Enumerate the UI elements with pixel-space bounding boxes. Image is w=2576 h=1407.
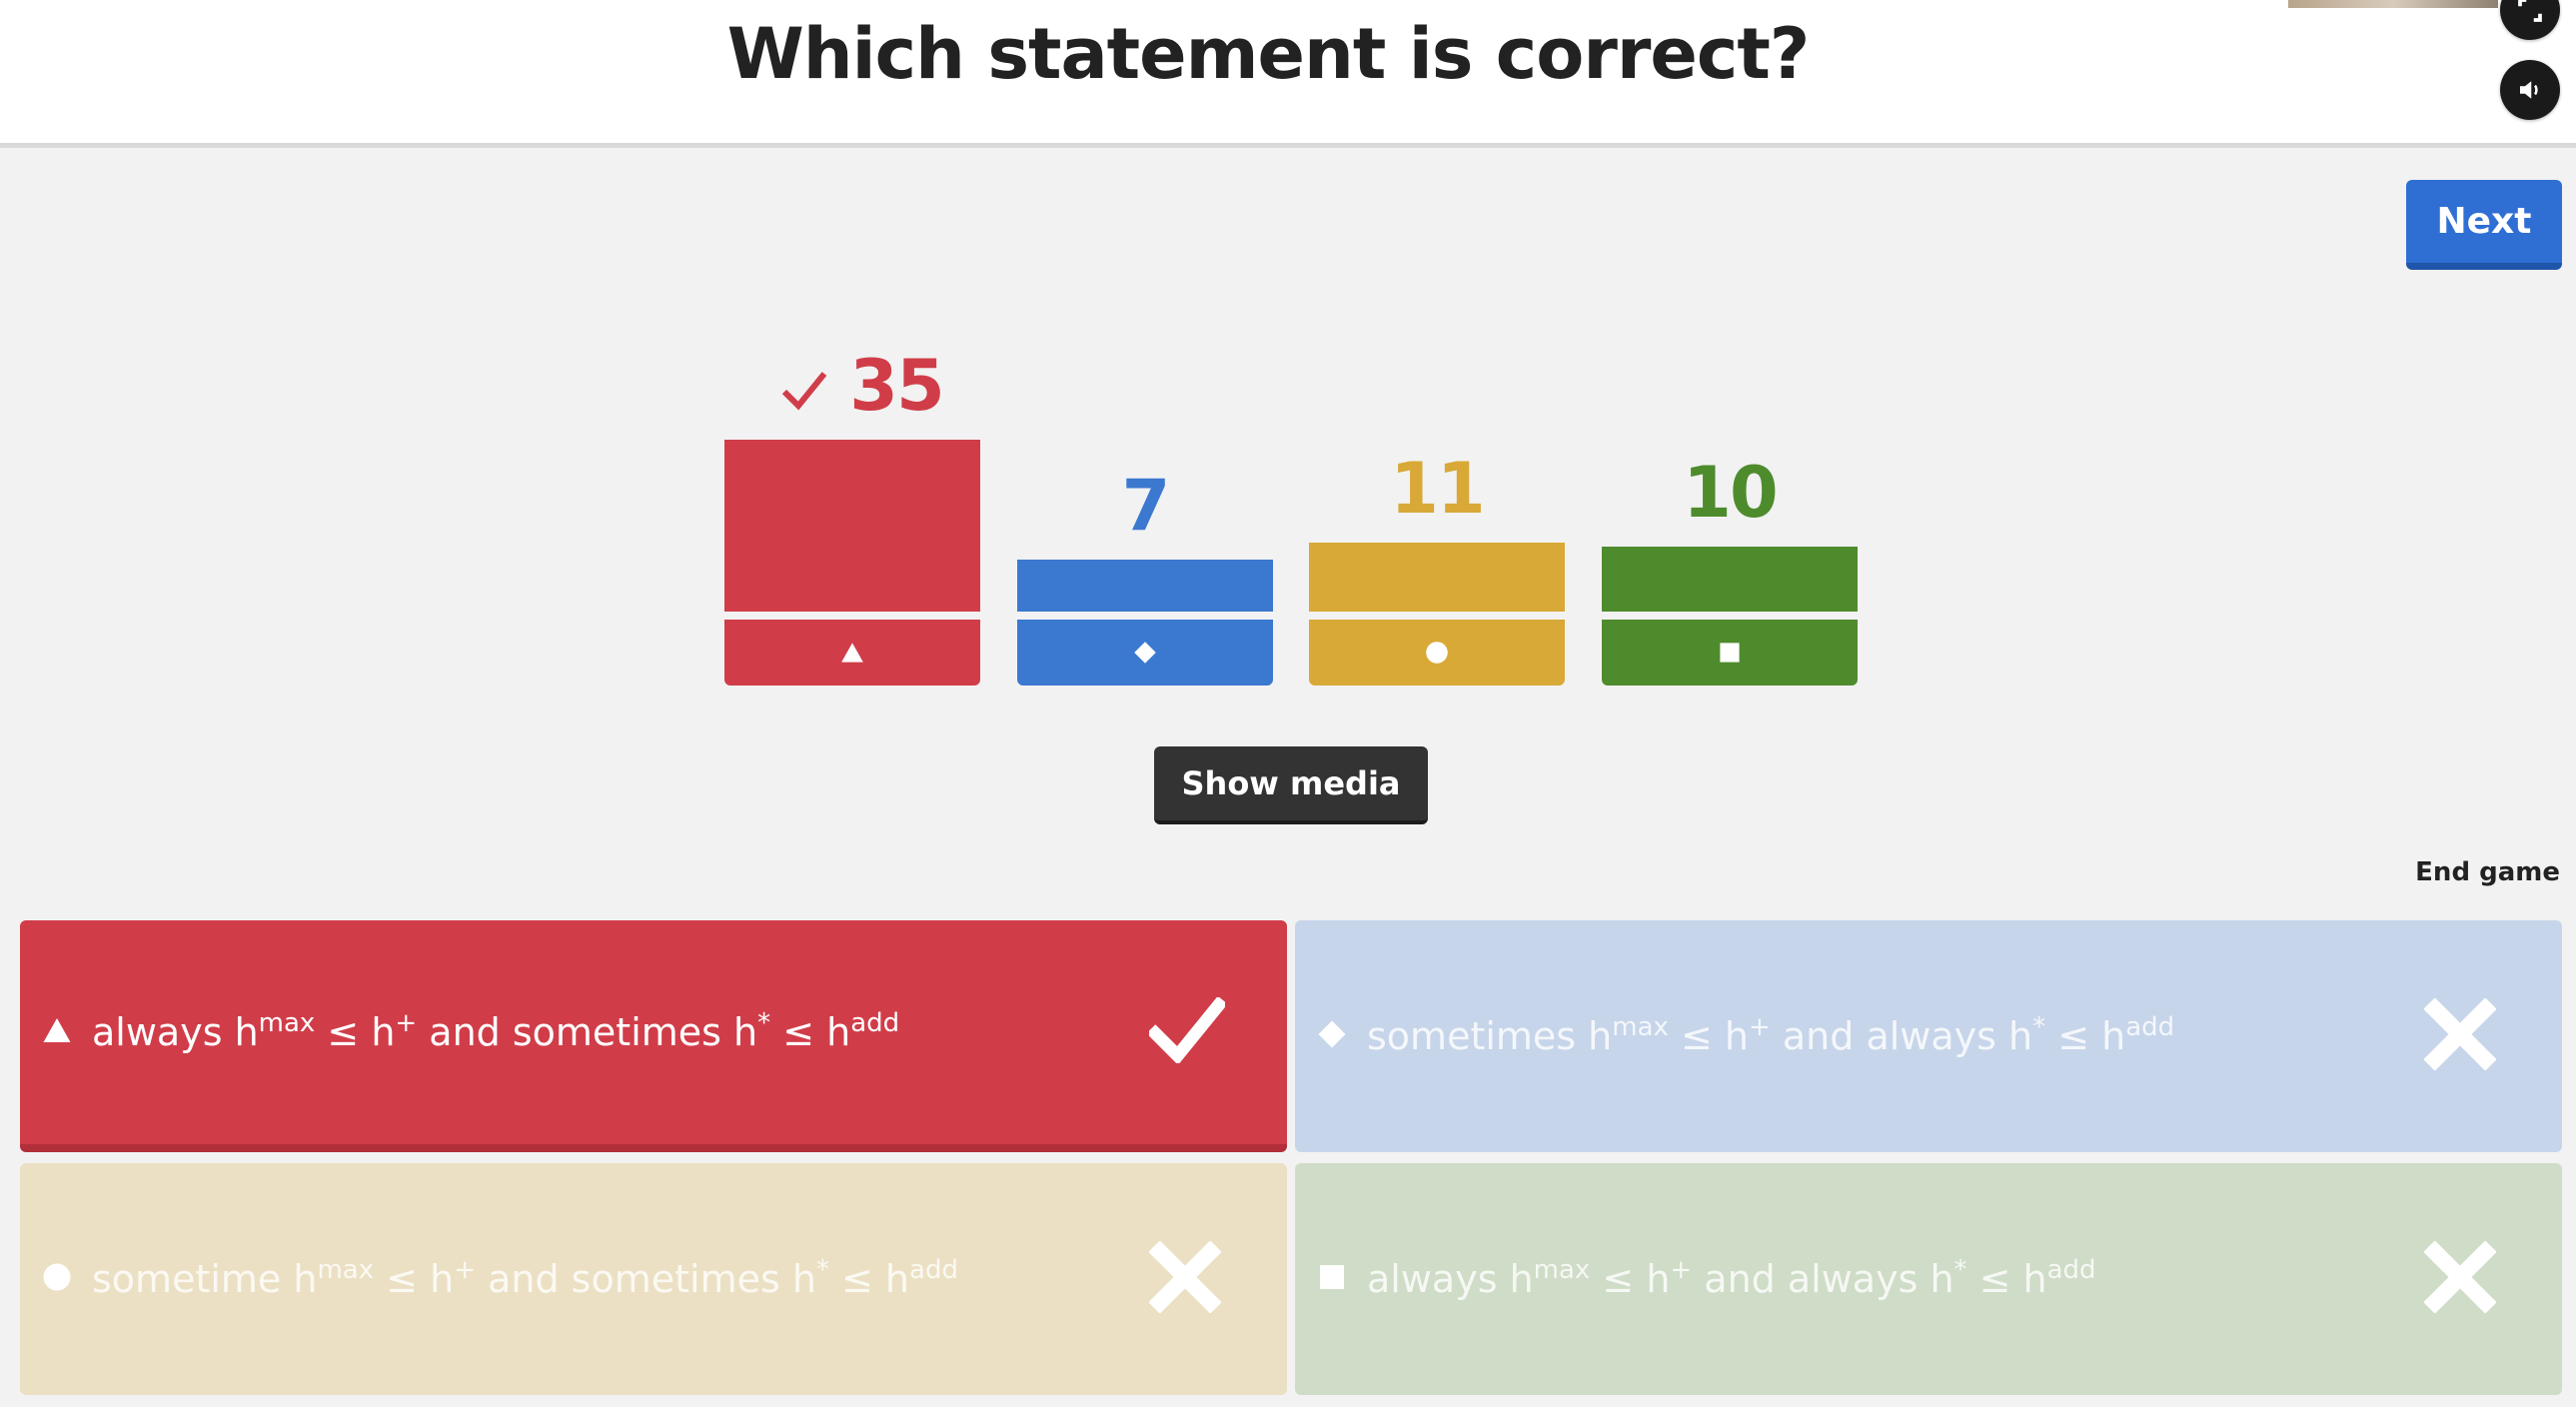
result-bar-base-square xyxy=(1602,620,1858,686)
circle-icon xyxy=(42,1262,72,1296)
wrong-cross-icon xyxy=(2423,1240,2497,1317)
answer-text: sometime hmax ≤ h+ and sometimes h* ≤ ha… xyxy=(92,1255,958,1301)
show-media-button[interactable]: Show media xyxy=(1154,746,1428,824)
triangle-icon xyxy=(42,1015,72,1049)
diamond-icon xyxy=(1134,642,1156,664)
circle-icon xyxy=(1426,642,1448,664)
answer-option-circle[interactable]: sometime hmax ≤ h+ and sometimes h* ≤ ha… xyxy=(20,1163,1287,1395)
answer-option-square[interactable]: always hmax ≤ h+ and always h* ≤ hadd xyxy=(1295,1163,2562,1395)
correct-check-icon xyxy=(1146,995,1228,1067)
diamond-icon xyxy=(1317,1019,1347,1053)
result-bar-base-circle xyxy=(1309,620,1565,686)
result-bar-base-triangle xyxy=(724,620,980,686)
result-count-label: 7 xyxy=(1121,465,1171,547)
answer-text: always hmax ≤ h+ and sometimes h* ≤ hadd xyxy=(92,1008,900,1054)
wrong-cross-icon xyxy=(2423,997,2497,1074)
triangle-icon xyxy=(841,643,863,663)
result-bar-diamond xyxy=(1017,560,1273,612)
result-bar-circle xyxy=(1309,543,1565,612)
answer-option-diamond[interactable]: sometimes hmax ≤ h+ and always h* ≤ hadd xyxy=(1295,920,2562,1152)
end-game-link[interactable]: End game xyxy=(2415,857,2560,887)
result-bar-base-diamond xyxy=(1017,620,1273,686)
wrong-cross-icon xyxy=(1148,1240,1222,1317)
answer-option-triangle[interactable]: always hmax ≤ h+ and sometimes h* ≤ hadd xyxy=(20,920,1287,1152)
result-count-label: 11 xyxy=(1390,448,1485,530)
answer-text: sometimes hmax ≤ h+ and always h* ≤ hadd xyxy=(1367,1012,2175,1058)
square-icon xyxy=(1720,643,1740,663)
result-bar-triangle xyxy=(724,440,980,612)
answer-text: always hmax ≤ h+ and always h* ≤ hadd xyxy=(1367,1255,2096,1301)
result-count-label: 10 xyxy=(1683,452,1778,534)
answer-results-chart: 35 7 11 10 xyxy=(0,0,2576,719)
correct-check-icon xyxy=(780,368,828,416)
result-bar-square xyxy=(1602,547,1858,612)
square-icon xyxy=(1317,1262,1347,1296)
